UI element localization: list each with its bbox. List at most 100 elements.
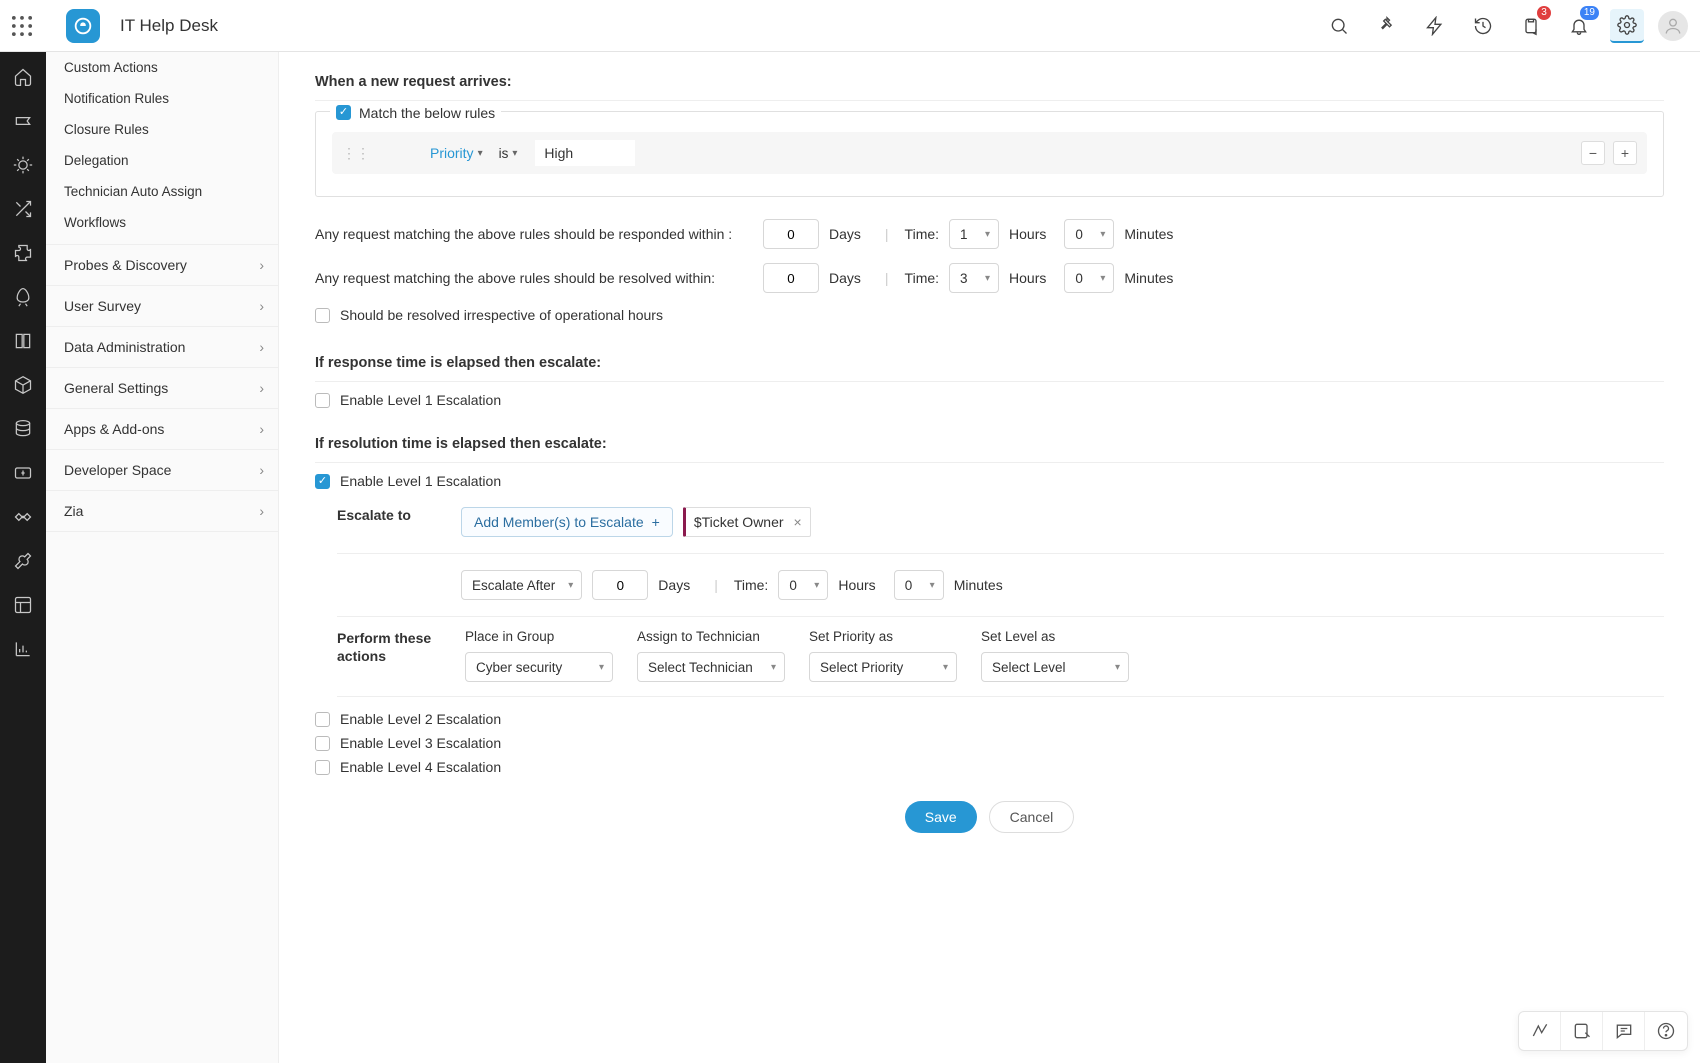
enable-l4-checkbox[interactable] <box>315 760 330 775</box>
escalate-days-input[interactable] <box>592 570 648 600</box>
app-title: IT Help Desk <box>120 16 218 36</box>
sidebar-group[interactable]: Developer Space› <box>46 449 278 490</box>
apps-grid-icon[interactable] <box>8 12 36 40</box>
rail-rocket-icon[interactable] <box>6 280 40 314</box>
perform-label: Perform these actions <box>337 629 437 665</box>
rail-box-icon[interactable] <box>6 368 40 402</box>
rule-value-input[interactable]: High <box>535 140 635 166</box>
bell-icon[interactable]: 19 <box>1562 9 1596 43</box>
help-icon[interactable] <box>1645 1012 1687 1050</box>
sidebar-item[interactable]: Closure Rules <box>46 114 278 145</box>
rules-box: Match the below rules ⋮⋮ Priority▾ is▾ H… <box>315 111 1664 197</box>
resolve-days-input[interactable] <box>763 263 819 293</box>
bell-badge: 19 <box>1580 6 1599 20</box>
irrespective-label: Should be resolved irrespective of opera… <box>340 307 663 323</box>
match-rules-checkbox[interactable] <box>336 105 351 120</box>
rule-field-select[interactable]: Priority▾ <box>430 145 483 161</box>
add-rule-button[interactable]: + <box>1613 141 1637 165</box>
sidebar-group[interactable]: General Settings › <box>46 367 278 408</box>
rail-chart-icon[interactable] <box>6 632 40 666</box>
resolve-minutes-select[interactable]: 0 <box>1064 263 1114 293</box>
settings-sidebar: Custom Actions Notification Rules Closur… <box>46 52 279 1063</box>
enable-l2-label: Enable Level 2 Escalation <box>340 711 501 727</box>
gear-icon[interactable] <box>1610 9 1644 43</box>
chevron-right-icon: › <box>259 298 264 314</box>
irrespective-checkbox[interactable] <box>315 308 330 323</box>
history-icon[interactable] <box>1466 9 1500 43</box>
respond-label: Any request matching the above rules sho… <box>315 226 753 242</box>
enable-l1-resolution-label: Enable Level 1 Escalation <box>340 473 501 489</box>
rail-db-icon[interactable] <box>6 412 40 446</box>
sidebar-group-label: Zia <box>64 503 83 519</box>
cancel-button[interactable]: Cancel <box>989 801 1075 833</box>
sidebar-group[interactable]: Zia › <box>46 490 278 532</box>
sidebar-item[interactable]: Custom Actions <box>46 52 278 83</box>
respond-days-input[interactable] <box>763 219 819 249</box>
rail-home-icon[interactable] <box>6 60 40 94</box>
sidebar-group-label: General Settings <box>64 380 168 396</box>
assign-tech-select[interactable]: Select Technician <box>637 652 785 682</box>
set-priority-label: Set Priority as <box>809 629 957 644</box>
remove-rule-button[interactable]: − <box>1581 141 1605 165</box>
rail-layout-icon[interactable] <box>6 588 40 622</box>
zia-icon[interactable] <box>1519 1012 1561 1050</box>
resolve-hours-select[interactable]: 3 <box>949 263 999 293</box>
user-avatar[interactable] <box>1658 11 1688 41</box>
rail-bug-icon[interactable] <box>6 148 40 182</box>
rail-shuffle-icon[interactable] <box>6 192 40 226</box>
escalate-to-row: Escalate to Add Member(s) to Escalate + … <box>337 497 1664 554</box>
sidebar-item[interactable]: Delegation <box>46 145 278 176</box>
sidebar-item[interactable]: Notification Rules <box>46 83 278 114</box>
respond-hours-select[interactable]: 1 <box>949 219 999 249</box>
sidebar-group-label: Probes & Discovery <box>64 257 187 273</box>
remove-tag-icon[interactable]: × <box>794 514 802 530</box>
edit-note-icon[interactable] <box>1561 1012 1603 1050</box>
escalate-minutes-select[interactable]: 0 <box>894 570 944 600</box>
enable-l3-checkbox[interactable] <box>315 736 330 751</box>
rule-operator-select[interactable]: is▾ <box>499 146 518 161</box>
enable-l1-response-checkbox[interactable] <box>315 393 330 408</box>
sidebar-item[interactable]: Technician Auto Assign <box>46 176 278 207</box>
days-unit: Days <box>829 270 861 286</box>
drag-handle-icon[interactable]: ⋮⋮ <box>342 145 370 162</box>
sidebar-item[interactable]: Workflows <box>46 207 278 238</box>
clipboard-icon[interactable]: 3 <box>1514 9 1548 43</box>
days-unit: Days <box>658 577 690 593</box>
sidebar-group[interactable]: User Survey › <box>46 285 278 326</box>
chevron-right-icon: › <box>259 503 264 519</box>
rail-puzzle-icon[interactable] <box>6 236 40 270</box>
save-button[interactable]: Save <box>905 801 977 833</box>
plus-icon: + <box>652 514 660 530</box>
chevron-down-icon: ▾ <box>478 148 483 159</box>
rail-ticket-icon[interactable] <box>6 104 40 138</box>
sidebar-group[interactable]: Data Administration› <box>46 326 278 367</box>
hours-unit: Hours <box>1009 270 1046 286</box>
sidebar-group[interactable]: Apps & Add-ons› <box>46 408 278 449</box>
place-group-select[interactable]: Cyber security <box>465 652 613 682</box>
rail-tool-icon[interactable] <box>6 544 40 578</box>
search-icon[interactable] <box>1322 9 1356 43</box>
perform-actions-row: Perform these actions Place in Group Cyb… <box>337 617 1664 697</box>
chevron-right-icon: › <box>259 380 264 396</box>
chat-icon[interactable] <box>1603 1012 1645 1050</box>
assign-tech-label: Assign to Technician <box>637 629 785 644</box>
place-group-label: Place in Group <box>465 629 613 644</box>
set-level-select[interactable]: Select Level <box>981 652 1129 682</box>
escalate-after-select[interactable]: Escalate After <box>461 570 582 600</box>
enable-l2-checkbox[interactable] <box>315 712 330 727</box>
chevron-right-icon: › <box>259 462 264 478</box>
rail-money-icon[interactable] <box>6 456 40 490</box>
rail-book-icon[interactable] <box>6 324 40 358</box>
respond-minutes-select[interactable]: 0 <box>1064 219 1114 249</box>
add-members-button[interactable]: Add Member(s) to Escalate + <box>461 507 673 537</box>
time-label: Time: <box>905 226 939 242</box>
chevron-down-icon: ▾ <box>512 148 517 159</box>
sidebar-group[interactable]: Probes & Discovery› <box>46 244 278 285</box>
pin-icon[interactable] <box>1370 9 1404 43</box>
enable-l1-resolution-checkbox[interactable] <box>315 474 330 489</box>
escalate-hours-select[interactable]: 0 <box>778 570 828 600</box>
set-priority-select[interactable]: Select Priority <box>809 652 957 682</box>
rail-handshake-icon[interactable] <box>6 500 40 534</box>
bolt-icon[interactable] <box>1418 9 1452 43</box>
sidebar-group-label: User Survey <box>64 298 141 314</box>
